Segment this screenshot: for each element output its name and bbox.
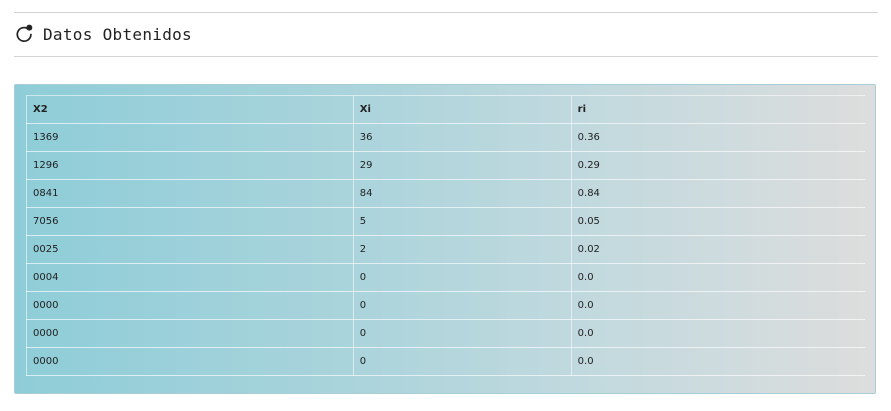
cell-xi: 0: [353, 319, 572, 348]
table-header-row: X2 Xi ri: [26, 95, 865, 124]
cell-xi: 2: [353, 235, 572, 264]
table-row: 1296 29 0.29: [26, 151, 865, 180]
table-row: 0000 0 0.0: [26, 319, 865, 348]
table-row: 1369 36 0.36: [26, 123, 865, 152]
cell-ri: 0.05: [571, 207, 865, 236]
cell-ri: 0.84: [571, 179, 865, 208]
table-row: 0841 84 0.84: [26, 179, 865, 208]
cell-x2: 7056: [26, 207, 354, 236]
header-top-divider: [14, 12, 878, 13]
cell-xi: 0: [353, 263, 572, 292]
cell-x2: 0000: [26, 347, 354, 376]
table-row: 0000 0 0.0: [26, 347, 865, 376]
table-row: 0000 0 0.0: [26, 291, 865, 320]
column-header-xi: Xi: [353, 95, 572, 124]
cell-x2: 0000: [26, 319, 354, 348]
column-header-x2: X2: [26, 95, 354, 124]
cell-ri: 0.0: [571, 291, 865, 320]
cell-xi: 5: [353, 207, 572, 236]
refresh-icon: [16, 24, 33, 43]
table-row: 0004 0 0.0: [26, 263, 865, 292]
table-row: 0025 2 0.02: [26, 235, 865, 264]
cell-x2: 0000: [26, 291, 354, 320]
cell-x2: 1369: [26, 123, 354, 152]
cell-x2: 1296: [26, 151, 354, 180]
page-title: Datos Obtenidos: [43, 24, 192, 44]
cell-x2: 0004: [26, 263, 354, 292]
results-table: X2 Xi ri 1369 36 0.36 1296 29 0.29 0841 …: [26, 95, 865, 376]
cell-ri: 0.0: [571, 263, 865, 292]
cell-xi: 36: [353, 123, 572, 152]
table-row: 7056 5 0.05: [26, 207, 865, 236]
cell-ri: 0.02: [571, 235, 865, 264]
cell-x2: 0841: [26, 179, 354, 208]
cell-ri: 0.0: [571, 347, 865, 376]
cell-xi: 0: [353, 347, 572, 376]
page-header: Datos Obtenidos: [14, 20, 192, 48]
cell-xi: 29: [353, 151, 572, 180]
cell-xi: 84: [353, 179, 572, 208]
cell-ri: 0.0: [571, 319, 865, 348]
cell-ri: 0.29: [571, 151, 865, 180]
column-header-ri: ri: [571, 95, 865, 124]
results-panel: X2 Xi ri 1369 36 0.36 1296 29 0.29 0841 …: [14, 84, 876, 394]
cell-ri: 0.36: [571, 123, 865, 152]
cell-x2: 0025: [26, 235, 354, 264]
cell-xi: 0: [353, 291, 572, 320]
header-bottom-divider: [14, 56, 878, 57]
